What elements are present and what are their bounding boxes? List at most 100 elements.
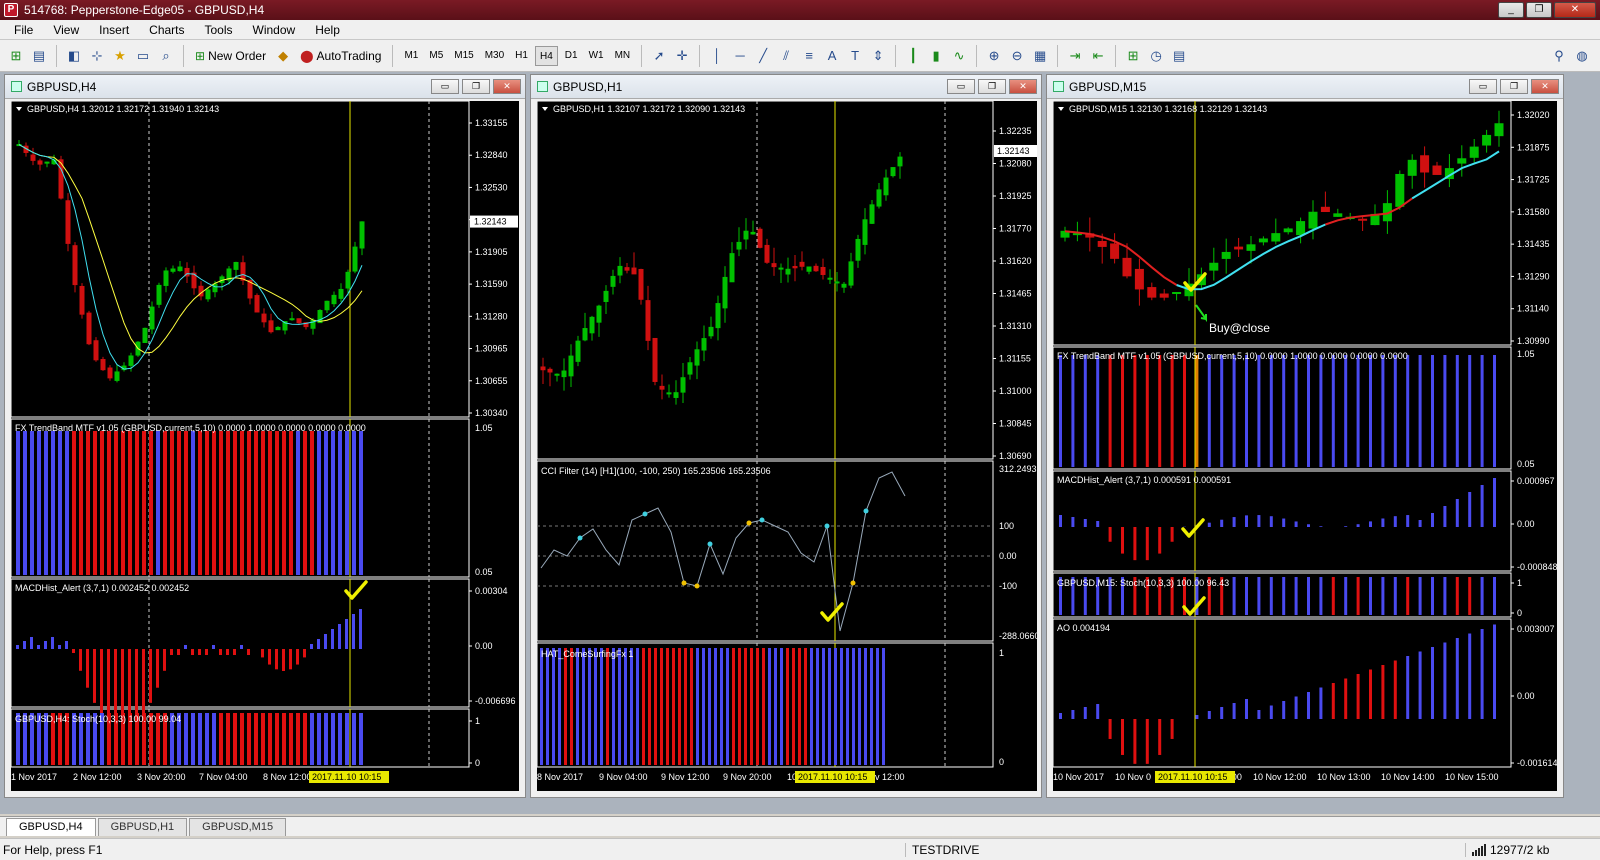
menu-insert[interactable]: Insert bbox=[89, 23, 139, 37]
chart-h1-canvas[interactable]: GBPUSD,H1 1.32107 1.32172 1.32090 1.3214… bbox=[536, 100, 1040, 791]
chart-window-m15[interactable]: GBPUSD,M15 ▭ ❐ ✕ GBPUSD,M15 1.32130 1.3216… bbox=[1046, 74, 1564, 798]
menu-window[interactable]: Window bbox=[243, 23, 306, 37]
cci-signal-dot bbox=[746, 520, 752, 526]
chart-minimize-button[interactable]: ▭ bbox=[431, 79, 459, 94]
tab-gbpusd-m15[interactable]: GBPUSD,M15 bbox=[189, 818, 287, 836]
time-label: 10 Nov 2017 bbox=[1053, 772, 1104, 782]
new-chart-icon[interactable]: ⊞ bbox=[6, 46, 26, 66]
ao-bar bbox=[1145, 719, 1149, 764]
menu-tools[interactable]: Tools bbox=[195, 23, 243, 37]
stoch-tick: 1 bbox=[475, 716, 480, 726]
macd-bar bbox=[1307, 524, 1310, 527]
help-icon[interactable]: ◍ bbox=[1572, 46, 1592, 66]
chart-m15-canvas[interactable]: GBPUSD,M15 1.32130 1.32168 1.32129 1.321… bbox=[1052, 100, 1558, 791]
candle bbox=[561, 370, 567, 378]
chart-minimize-button[interactable]: ▭ bbox=[947, 79, 975, 94]
candle bbox=[345, 271, 351, 289]
zoom-in-icon[interactable]: ⊕ bbox=[984, 46, 1004, 66]
text-icon[interactable]: A bbox=[822, 46, 842, 66]
trendline-icon[interactable]: ╱ bbox=[753, 46, 773, 66]
arrows-icon[interactable]: ⇕ bbox=[868, 46, 888, 66]
chart-close-button[interactable]: ✕ bbox=[1531, 79, 1559, 94]
crosshair-icon[interactable]: ✛ bbox=[672, 46, 692, 66]
chart-h4-canvas[interactable]: GBPUSD,H4 1.32012 1.32172 1.31940 1.3214… bbox=[10, 100, 519, 791]
timeframe-m5[interactable]: M5 bbox=[425, 46, 447, 66]
maximize-button[interactable]: ❐ bbox=[1526, 2, 1552, 18]
tab-gbpusd-h1[interactable]: GBPUSD,H1 bbox=[97, 818, 188, 836]
macd-bar bbox=[1121, 527, 1124, 554]
periods-icon[interactable]: ◷ bbox=[1146, 46, 1166, 66]
time-highlight-label: 2017.11.10 10:15 bbox=[1158, 772, 1227, 782]
stoch-bar bbox=[1319, 577, 1323, 615]
terminal-icon[interactable]: ▭ bbox=[133, 46, 153, 66]
candlesticks-icon[interactable]: ▮ bbox=[926, 46, 946, 66]
fibonacci-icon[interactable]: ≡ bbox=[799, 46, 819, 66]
menu-help[interactable]: Help bbox=[305, 23, 350, 37]
menu-charts[interactable]: Charts bbox=[139, 23, 194, 37]
close-button[interactable]: ✕ bbox=[1554, 2, 1596, 18]
timeframe-m30[interactable]: M30 bbox=[481, 46, 508, 66]
chart-shift-icon[interactable]: ⇤ bbox=[1088, 46, 1108, 66]
zoom-out-icon[interactable]: ⊖ bbox=[1007, 46, 1027, 66]
time-label: v 12:00 bbox=[875, 772, 905, 782]
data-window-icon[interactable]: ⊹ bbox=[87, 46, 107, 66]
timeframe-h1[interactable]: H1 bbox=[511, 46, 532, 66]
trendband-bar bbox=[1170, 355, 1174, 467]
tab-gbpusd-h4[interactable]: GBPUSD,H4 bbox=[6, 818, 96, 836]
hat-bar bbox=[858, 648, 861, 765]
stoch-bar bbox=[317, 713, 321, 765]
macd-bar bbox=[289, 649, 292, 670]
timeframe-d1[interactable]: D1 bbox=[561, 46, 582, 66]
autoscroll-icon[interactable]: ⇥ bbox=[1065, 46, 1085, 66]
price-tick: 1.31140 bbox=[1517, 304, 1549, 314]
candle bbox=[617, 265, 623, 276]
chart-maximize-button[interactable]: ❐ bbox=[462, 79, 490, 94]
navigator-icon[interactable]: ★ bbox=[110, 46, 130, 66]
bar-chart-icon[interactable]: ┃ bbox=[903, 46, 923, 66]
chart-maximize-button[interactable]: ❐ bbox=[1500, 79, 1528, 94]
candle bbox=[1320, 206, 1330, 213]
hat-bar bbox=[672, 648, 675, 765]
autotrading-button[interactable]: ⬤ AutoTrading bbox=[296, 45, 385, 67]
menu-view[interactable]: View bbox=[43, 23, 89, 37]
cci-signal-dot bbox=[694, 583, 700, 589]
chart-close-button[interactable]: ✕ bbox=[1009, 79, 1037, 94]
chart-minimize-button[interactable]: ▭ bbox=[1469, 79, 1497, 94]
minimize-button[interactable]: _ bbox=[1498, 2, 1524, 18]
text-label-icon[interactable]: T bbox=[845, 46, 865, 66]
chart-maximize-button[interactable]: ❐ bbox=[978, 79, 1006, 94]
timeframe-mn[interactable]: MN bbox=[611, 46, 635, 66]
new-order-button[interactable]: ⊞ New Order bbox=[191, 45, 270, 67]
line-chart-icon[interactable]: ∿ bbox=[949, 46, 969, 66]
macd-label: MACDHist_Alert (3,7,1) 0.002452 0.002452 bbox=[15, 583, 189, 593]
chart-close-button[interactable]: ✕ bbox=[493, 79, 521, 94]
status-profile: TESTDRIVE bbox=[905, 842, 1465, 857]
status-help-text: For Help, press F1 bbox=[3, 842, 103, 857]
chart-window-h1[interactable]: GBPUSD,H1 ▭ ❐ ✕ GBPUSD,H1 1.32107 1.32172 … bbox=[530, 74, 1042, 798]
ao-bar bbox=[1220, 707, 1224, 719]
menu-file[interactable]: File bbox=[4, 23, 43, 37]
search-icon[interactable]: ⚲ bbox=[1549, 46, 1569, 66]
trendband-bar bbox=[1083, 355, 1087, 467]
timeframe-m15[interactable]: M15 bbox=[450, 46, 477, 66]
candle bbox=[1172, 292, 1182, 295]
trendband-bar bbox=[1406, 355, 1410, 467]
macd-bar bbox=[317, 639, 320, 649]
timeframe-w1[interactable]: W1 bbox=[585, 46, 608, 66]
market-watch-icon[interactable]: ◧ bbox=[64, 46, 84, 66]
profiles-icon[interactable]: ▤ bbox=[29, 46, 49, 66]
indicators-icon[interactable]: ⊞ bbox=[1123, 46, 1143, 66]
tile-windows-icon[interactable]: ▦ bbox=[1030, 46, 1050, 66]
strategy-tester-icon[interactable]: ⌕ bbox=[156, 46, 176, 66]
vertical-line-icon[interactable]: │ bbox=[707, 46, 727, 66]
candle bbox=[610, 275, 616, 287]
trendband-bar bbox=[317, 431, 321, 575]
metaeditor-icon[interactable]: ◆ bbox=[273, 46, 293, 66]
templates-icon[interactable]: ▤ bbox=[1169, 46, 1189, 66]
chart-window-h4[interactable]: GBPUSD,H4 ▭ ❐ ✕ GBPUSD,H4 1.32012 1.32172 … bbox=[4, 74, 526, 798]
timeframe-m1[interactable]: M1 bbox=[400, 46, 422, 66]
channel-icon[interactable]: ⫽ bbox=[776, 46, 796, 66]
cursor-icon[interactable]: ➚ bbox=[649, 46, 669, 66]
timeframe-h4[interactable]: H4 bbox=[534, 45, 558, 66]
horizontal-line-icon[interactable]: ─ bbox=[730, 46, 750, 66]
